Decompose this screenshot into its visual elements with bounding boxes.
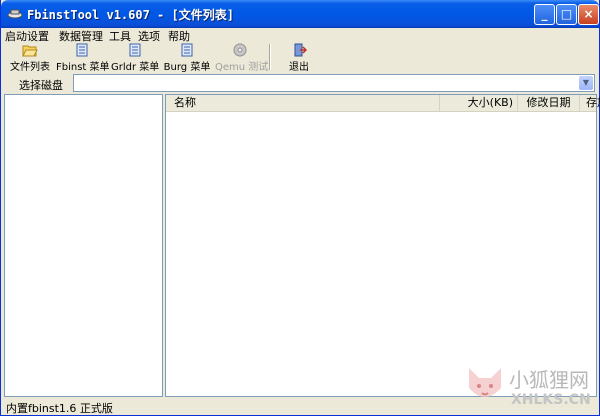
disk-label: 选择磁盘: [19, 79, 63, 92]
column-header-date[interactable]: 修改日期: [518, 95, 580, 111]
tree-pane[interactable]: [4, 94, 163, 397]
menu-doc-icon: [181, 43, 193, 57]
status-text: 内置fbinst1.6 正式版: [6, 402, 113, 415]
file-list-pane[interactable]: 名称 大小(KB) 修改日期 存放区域: [165, 94, 600, 397]
qemu-test-button[interactable]: Qemu 测试: [215, 43, 269, 73]
usb-drive-icon: [7, 9, 23, 19]
close-icon: ×: [583, 7, 594, 21]
exit-button[interactable]: 退出: [283, 43, 315, 73]
app-window: FbinstTool v1.607 - [文件列表] _ □ × 启动设置 数据…: [0, 0, 600, 416]
column-header-size[interactable]: 大小(KB): [440, 95, 518, 111]
folder-open-icon: [22, 45, 38, 57]
watermark-name: 小狐狸网: [509, 368, 589, 392]
file-list-button[interactable]: 文件列表: [7, 43, 53, 73]
burg-menu-button[interactable]: Burg 菜单: [163, 43, 211, 73]
disk-selector-row: 选择磁盘 ▼: [1, 72, 599, 94]
close-button[interactable]: ×: [578, 4, 599, 25]
toolbar-separator: [269, 44, 271, 70]
exit-label: 退出: [289, 62, 309, 73]
maximize-icon: □: [560, 7, 573, 21]
fbinst-menu-button[interactable]: Fbinst 菜单: [56, 43, 110, 73]
maximize-button[interactable]: □: [556, 4, 577, 25]
qemu-disc-icon: [233, 43, 247, 57]
column-header-name[interactable]: 名称: [166, 95, 440, 111]
burg-menu-label: Burg 菜单: [163, 62, 211, 73]
window-title: FbinstTool v1.607 - [文件列表]: [27, 8, 234, 22]
minimize-button[interactable]: _: [534, 4, 555, 25]
menu-doc-icon: [76, 43, 88, 57]
minimize-icon: _: [541, 7, 548, 21]
grldr-menu-label: Grldr 菜单: [111, 62, 160, 73]
list-header: 名称 大小(KB) 修改日期 存放区域: [166, 95, 600, 112]
watermark: 小狐狸网 XHLKS.CN: [463, 362, 599, 414]
column-header-area[interactable]: 存放区域: [580, 95, 600, 111]
exit-door-icon: [294, 43, 307, 57]
fox-logo-icon: [469, 368, 501, 397]
watermark-url: XHLKS.CN: [511, 392, 591, 408]
grldr-menu-button[interactable]: Grldr 菜单: [111, 43, 160, 73]
disk-select[interactable]: ▼: [73, 74, 595, 92]
menu-doc-icon: [129, 43, 141, 57]
file-list-label: 文件列表: [10, 62, 50, 73]
fbinst-menu-label: Fbinst 菜单: [56, 62, 110, 73]
qemu-test-label: Qemu 测试: [215, 62, 269, 73]
dropdown-arrow-icon[interactable]: ▼: [579, 76, 593, 90]
title-bar[interactable]: FbinstTool v1.607 - [文件列表] _ □ ×: [1, 0, 599, 28]
toolbar: 文件列表 Fbinst 菜单 Grldr 菜单 Burg 菜单 Qemu 测试 …: [1, 42, 599, 73]
